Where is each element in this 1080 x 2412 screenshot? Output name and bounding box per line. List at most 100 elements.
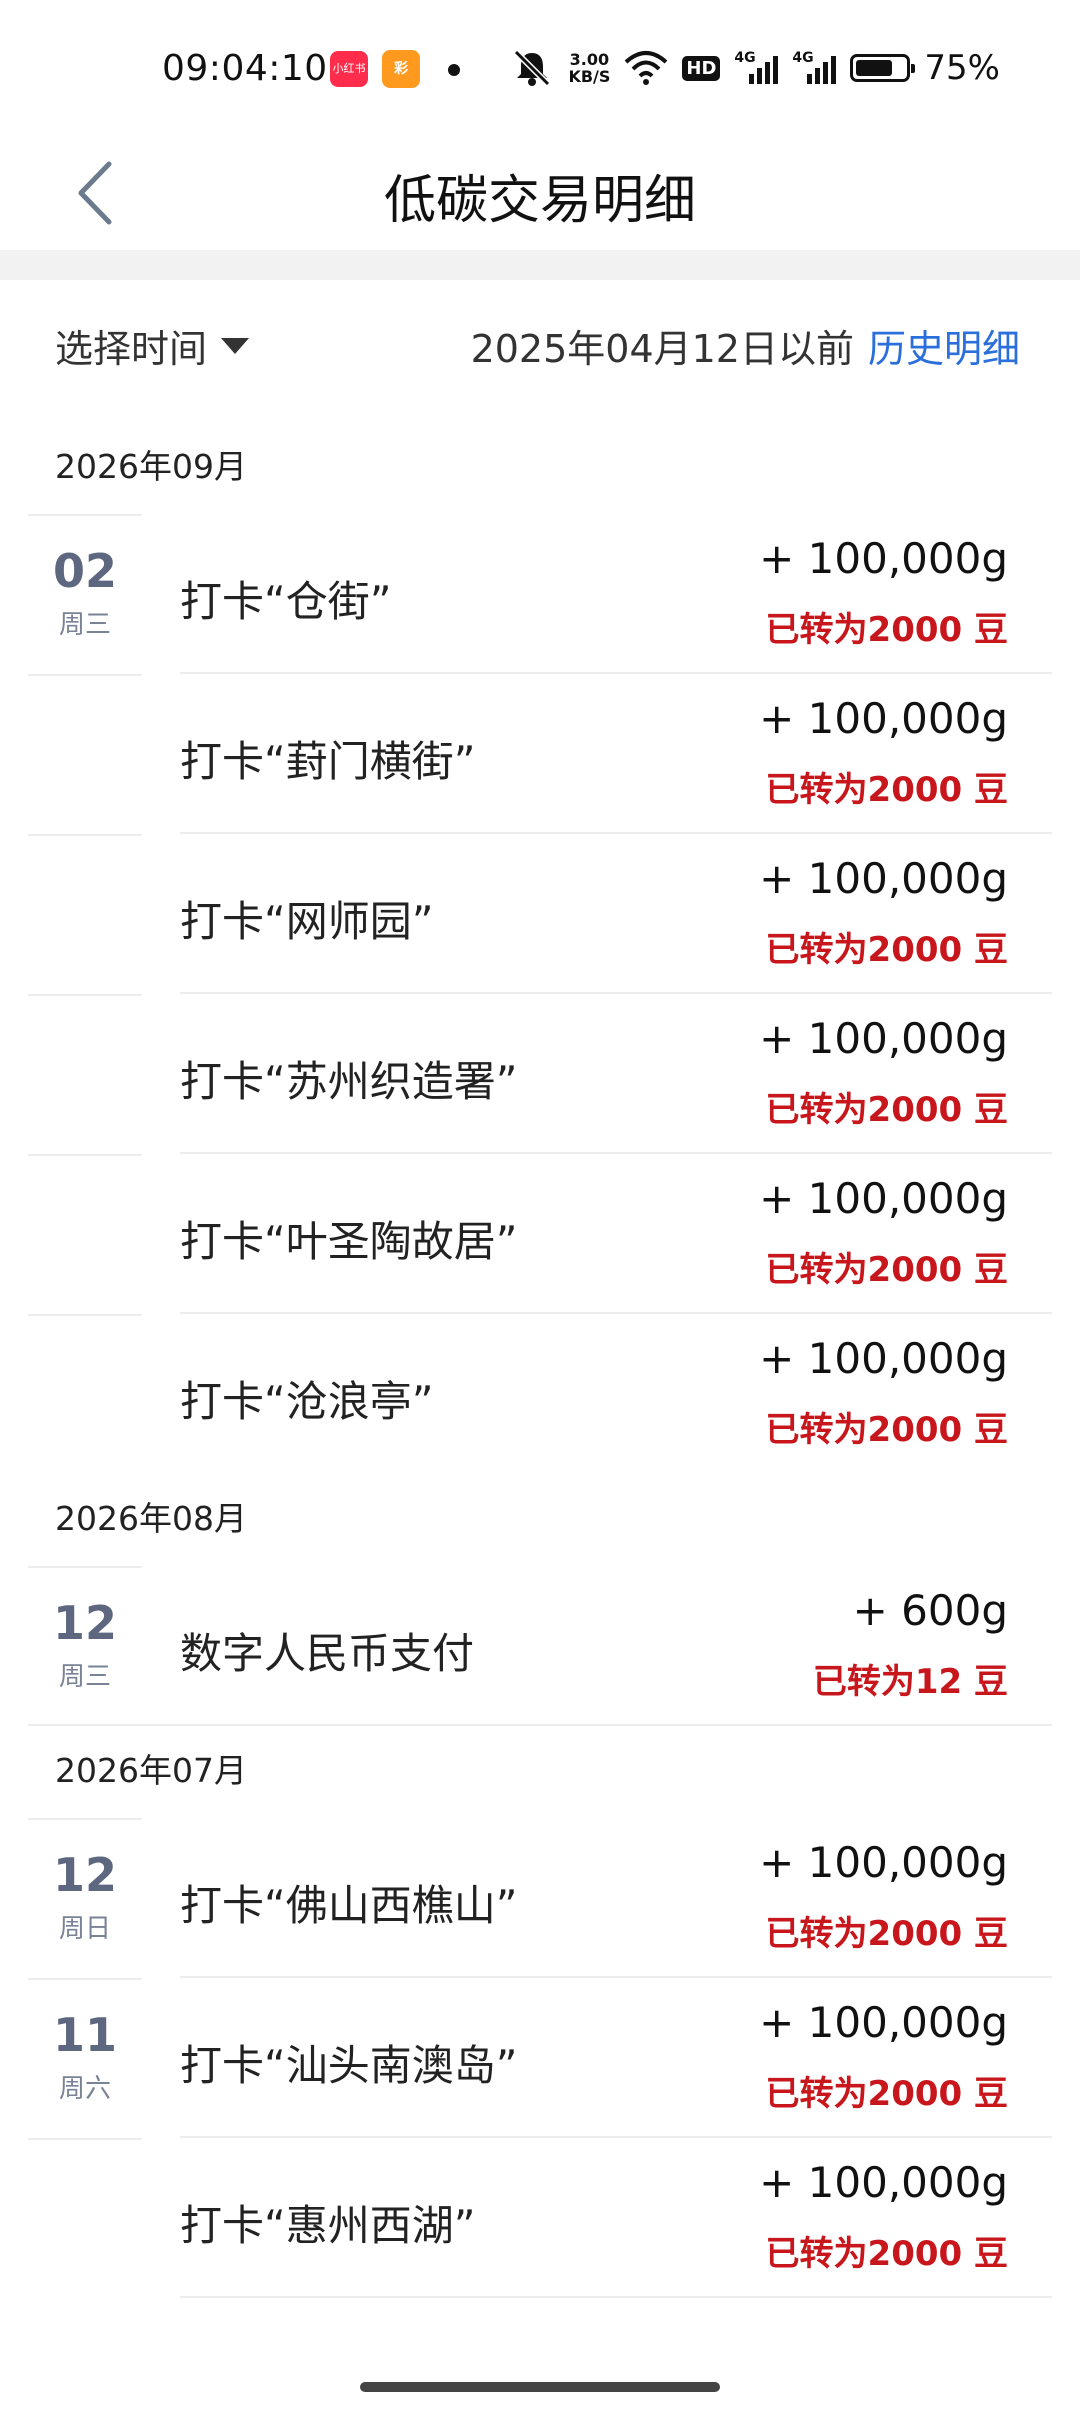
weekday-label: 周日 xyxy=(58,1914,111,1944)
signal-icon-2: 4G xyxy=(792,50,837,86)
transaction-row[interactable]: 打卡“叶圣陶故居” + 100,000g 已转为2000 豆 xyxy=(0,1154,1080,1314)
carbon-amount: + 100,000g xyxy=(759,1998,1008,2047)
mute-bell-icon xyxy=(510,48,554,88)
history-note: 2025年04月12日以前 历史明细 xyxy=(471,318,1020,373)
transaction-title: 打卡“仓街” xyxy=(180,577,392,626)
carbon-amount: + 100,000g xyxy=(759,854,1008,903)
weekday-label: 周三 xyxy=(58,1662,111,1692)
row-divider xyxy=(28,1724,1052,1726)
date-divider xyxy=(28,1566,142,1568)
signal-icon: 4G xyxy=(734,50,779,86)
transaction-title: 打卡“叶圣陶故居” xyxy=(180,1217,518,1266)
date-divider xyxy=(28,1314,142,1316)
carbon-amount: + 100,000g xyxy=(759,694,1008,743)
header-separator xyxy=(0,250,1080,280)
filter-bar: 选择时间 2025年04月12日以前 历史明细 xyxy=(0,300,1080,390)
converted-beans: 已转为2000 豆 xyxy=(765,2234,1008,2274)
transaction-title: 打卡“惠州西湖” xyxy=(180,2201,476,2250)
transaction-row[interactable]: 打卡“葑门横街” + 100,000g 已转为2000 豆 xyxy=(0,674,1080,834)
history-link[interactable]: 历史明细 xyxy=(868,318,1020,373)
transaction-title: 打卡“葑门横街” xyxy=(180,737,476,786)
xiaohongshu-app-icon: 小红书 xyxy=(330,51,368,87)
date-column xyxy=(28,1314,142,1474)
day-number: 12 xyxy=(52,1596,117,1650)
time-select-label: 选择时间 xyxy=(55,327,208,371)
transaction-title: 打卡“网师园” xyxy=(180,897,434,946)
transaction-title: 打卡“苏州织造署” xyxy=(180,1057,518,1106)
date-divider xyxy=(28,1154,142,1156)
carbon-amount: + 100,000g xyxy=(759,2158,1008,2207)
date-column xyxy=(28,1154,142,1314)
converted-beans: 已转为2000 豆 xyxy=(765,610,1008,650)
transaction-row[interactable]: 11 周六 打卡“汕头南澳岛” + 100,000g 已转为2000 豆 xyxy=(0,1978,1080,2138)
date-divider xyxy=(28,1978,142,1980)
month-header: 2026年09月 xyxy=(55,447,247,486)
transaction-title: 打卡“佛山西樵山” xyxy=(180,1881,518,1930)
status-icons: 3.00 KB/S HD 4G 4G 75% xyxy=(510,46,1000,90)
carbon-amount: + 100,000g xyxy=(759,1014,1008,1063)
carbon-amount: + 100,000g xyxy=(759,1174,1008,1223)
history-date-note: 2025年04月12日以前 xyxy=(470,327,854,371)
date-column xyxy=(28,994,142,1154)
date-divider xyxy=(28,834,142,836)
transaction-row[interactable]: 打卡“苏州织造署” + 100,000g 已转为2000 豆 xyxy=(0,994,1080,1154)
date-divider xyxy=(28,994,142,996)
transaction-title: 打卡“汕头南澳岛” xyxy=(180,2041,518,2090)
transaction-row[interactable]: 打卡“沧浪亭” + 100,000g 已转为2000 豆 xyxy=(0,1314,1080,1474)
network-speed: 3.00 KB/S xyxy=(568,51,610,85)
converted-beans: 已转为2000 豆 xyxy=(765,2074,1008,2114)
carbon-amount: + 100,000g xyxy=(759,534,1008,583)
date-column xyxy=(28,674,142,834)
weekday-label: 周三 xyxy=(58,610,111,640)
converted-beans: 已转为2000 豆 xyxy=(765,1250,1008,1290)
date-column: 12 周三 xyxy=(28,1566,142,1726)
carbon-amount: + 600g xyxy=(852,1586,1008,1635)
status-time: 09:04:10 xyxy=(162,48,328,89)
notification-dot-icon xyxy=(448,64,460,76)
network-speed-unit: KB/S xyxy=(568,67,611,86)
day-number: 11 xyxy=(52,2008,117,2062)
transaction-row[interactable]: 打卡“网师园” + 100,000g 已转为2000 豆 xyxy=(0,834,1080,994)
battery-icon xyxy=(850,54,916,82)
date-column: 12 周日 xyxy=(28,1818,142,1978)
date-column: 02 周三 xyxy=(28,514,142,674)
month-header: 2026年08月 xyxy=(55,1499,247,1538)
date-column xyxy=(28,834,142,994)
transaction-title: 数字人民币支付 xyxy=(180,1629,475,1678)
transaction-row[interactable]: 打卡“惠州西湖” + 100,000g 已转为2000 豆 xyxy=(0,2138,1080,2298)
converted-beans: 已转为2000 豆 xyxy=(765,930,1008,970)
battery-level xyxy=(856,60,893,76)
date-divider xyxy=(28,514,142,516)
converted-beans: 已转为2000 豆 xyxy=(765,770,1008,810)
carbon-amount: + 100,000g xyxy=(759,1334,1008,1383)
date-divider xyxy=(28,2138,142,2140)
converted-beans: 已转为2000 豆 xyxy=(765,1410,1008,1450)
battery-percent: 75% xyxy=(924,48,1000,88)
transaction-title: 打卡“沧浪亭” xyxy=(180,1377,434,1426)
caret-down-icon xyxy=(221,337,250,354)
day-number: 02 xyxy=(52,544,117,598)
converted-beans: 已转为2000 豆 xyxy=(765,1914,1008,1954)
app-header: 低碳交易明细 xyxy=(0,140,1080,250)
time-select-dropdown[interactable]: 选择时间 xyxy=(55,318,250,373)
date-divider xyxy=(28,674,142,676)
status-bar: 09:04:10 小红书 彩 3.00 KB/S HD 4G 4G 75% xyxy=(0,0,1080,140)
carbon-amount: + 100,000g xyxy=(759,1838,1008,1887)
weekday-label: 周六 xyxy=(58,2074,111,2104)
date-column xyxy=(28,2138,142,2298)
row-divider xyxy=(180,2296,1052,2298)
wifi-icon xyxy=(624,50,668,86)
transaction-row[interactable]: 12 周日 打卡“佛山西樵山” + 100,000g 已转为2000 豆 xyxy=(0,1818,1080,1978)
date-column: 11 周六 xyxy=(28,1978,142,2138)
hd-voice-icon: HD xyxy=(682,55,721,81)
date-divider xyxy=(28,1818,142,1820)
page-title: 低碳交易明细 xyxy=(383,171,696,231)
transaction-row[interactable]: 12 周三 数字人民币支付 + 600g 已转为12 豆 xyxy=(0,1566,1080,1726)
home-indicator[interactable] xyxy=(360,2382,720,2392)
day-number: 12 xyxy=(52,1848,117,1902)
converted-beans: 已转为12 豆 xyxy=(812,1662,1008,1702)
transaction-row[interactable]: 02 周三 打卡“仓街” + 100,000g 已转为2000 豆 xyxy=(0,514,1080,674)
converted-beans: 已转为2000 豆 xyxy=(765,1090,1008,1130)
lottery-app-icon: 彩 xyxy=(382,50,420,88)
month-header: 2026年07月 xyxy=(55,1751,247,1790)
